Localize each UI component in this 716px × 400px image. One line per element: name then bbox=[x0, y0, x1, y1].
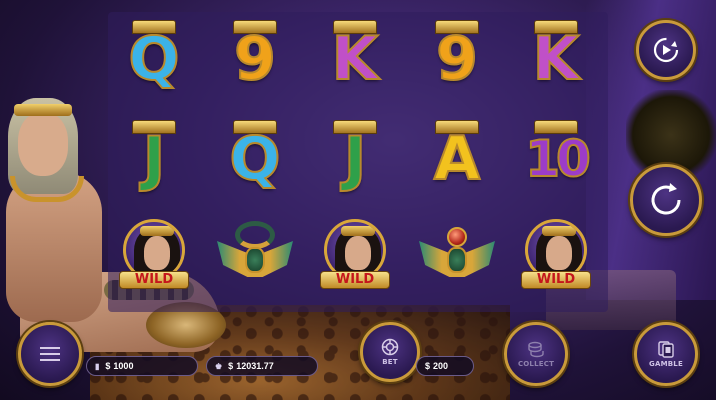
symbol-gold-cap bbox=[333, 120, 377, 134]
scarab-amulet-icon bbox=[417, 219, 497, 291]
symbol-gold-cap bbox=[233, 120, 277, 134]
bet-currency: $ bbox=[425, 361, 431, 371]
symbol-letter: 9 bbox=[435, 24, 479, 94]
reel-symbol bbox=[415, 212, 499, 298]
crown-icon: ♚ bbox=[215, 361, 223, 371]
reel-symbol: Q bbox=[213, 116, 297, 202]
symbol-letter: K bbox=[532, 24, 580, 94]
wild-label: WILD bbox=[119, 271, 189, 289]
spin-button[interactable] bbox=[630, 164, 702, 236]
symbol-gold-cap bbox=[435, 20, 479, 34]
symbol-gold-cap bbox=[132, 120, 176, 134]
bet-value: 200 bbox=[433, 361, 449, 371]
bet-button[interactable]: BET bbox=[360, 322, 420, 382]
symbol-letter: J bbox=[343, 124, 367, 194]
symbol-gold-cap bbox=[534, 120, 578, 134]
win-value: 12031.77 bbox=[236, 361, 274, 371]
balance-currency: $ bbox=[105, 361, 111, 371]
reel-symbol: WILD bbox=[514, 212, 598, 298]
gamble-button[interactable]: GAMBLE bbox=[634, 322, 698, 386]
wild-symbol: WILD bbox=[320, 217, 390, 293]
reel-symbol: K bbox=[313, 16, 397, 102]
balance-display: ▮ $ 1000 bbox=[86, 356, 198, 376]
reel-symbol: A bbox=[415, 116, 499, 202]
wallet-icon: ▮ bbox=[95, 361, 100, 371]
bet-amount-display: $ 200 bbox=[416, 356, 474, 376]
balance-value: 1000 bbox=[113, 361, 134, 371]
wild-label: WILD bbox=[320, 271, 390, 289]
reel-symbol: WILD bbox=[313, 212, 397, 298]
collect-label: COLLECT bbox=[517, 360, 555, 368]
symbol-letter: 10 bbox=[524, 130, 592, 188]
symbol-gold-cap bbox=[132, 20, 176, 34]
autoplay-button[interactable] bbox=[636, 20, 696, 80]
symbol-letter: A bbox=[433, 124, 481, 194]
coins-icon bbox=[528, 341, 544, 358]
reel-grid: Q J WILD 9 Q K J WILD 9 A K 10 WILD bbox=[112, 16, 607, 312]
reel-symbol: 9 bbox=[213, 16, 297, 102]
hamburger-menu-icon bbox=[40, 347, 60, 361]
scarab-body bbox=[447, 247, 467, 273]
wild-crown bbox=[341, 226, 375, 236]
symbol-gold-cap bbox=[534, 20, 578, 34]
amulet-collar bbox=[235, 221, 275, 249]
bet-label: BET bbox=[382, 358, 398, 366]
reel-symbol: J bbox=[313, 116, 397, 202]
wild-symbol: WILD bbox=[119, 217, 189, 293]
wild-symbol: WILD bbox=[521, 217, 591, 293]
symbol-gold-cap bbox=[435, 120, 479, 134]
wild-face bbox=[546, 236, 572, 270]
symbol-gold-cap bbox=[233, 20, 277, 34]
wild-crown bbox=[140, 226, 174, 236]
symbol-letter: Q bbox=[228, 124, 281, 194]
win-currency: $ bbox=[228, 361, 234, 371]
reel-symbol: J bbox=[112, 116, 196, 202]
amulet-gem bbox=[447, 227, 467, 247]
spin-icon bbox=[651, 183, 681, 215]
reel-symbol: WILD bbox=[112, 212, 196, 298]
symbol-letter: 9 bbox=[233, 24, 277, 94]
cards-icon bbox=[658, 341, 674, 358]
win-display: ♚ $ 12031.77 bbox=[206, 356, 318, 376]
wild-crown bbox=[542, 226, 576, 236]
character-crown-band bbox=[14, 104, 72, 116]
autoplay-icon bbox=[653, 37, 679, 63]
symbol-letter: Q bbox=[127, 24, 180, 94]
symbol-gold-cap bbox=[333, 20, 377, 34]
amulet-body bbox=[245, 247, 265, 273]
reel-symbol: Q bbox=[112, 16, 196, 102]
collar-amulet-icon bbox=[215, 219, 295, 291]
reel-symbol: K bbox=[514, 16, 598, 102]
reel-symbol: 10 bbox=[514, 116, 598, 202]
symbol-letter: K bbox=[331, 24, 379, 94]
wild-label: WILD bbox=[521, 271, 591, 289]
menu-button[interactable] bbox=[18, 322, 82, 386]
symbol-letter: J bbox=[142, 124, 166, 194]
reel-symbol: 9 bbox=[415, 16, 499, 102]
character-head bbox=[18, 112, 68, 176]
gamble-label: GAMBLE bbox=[649, 360, 683, 368]
wild-face bbox=[345, 236, 371, 270]
chip-icon bbox=[381, 338, 399, 356]
wild-face bbox=[144, 236, 170, 270]
reel-symbol bbox=[213, 212, 297, 298]
collect-button[interactable]: COLLECT bbox=[504, 322, 568, 386]
